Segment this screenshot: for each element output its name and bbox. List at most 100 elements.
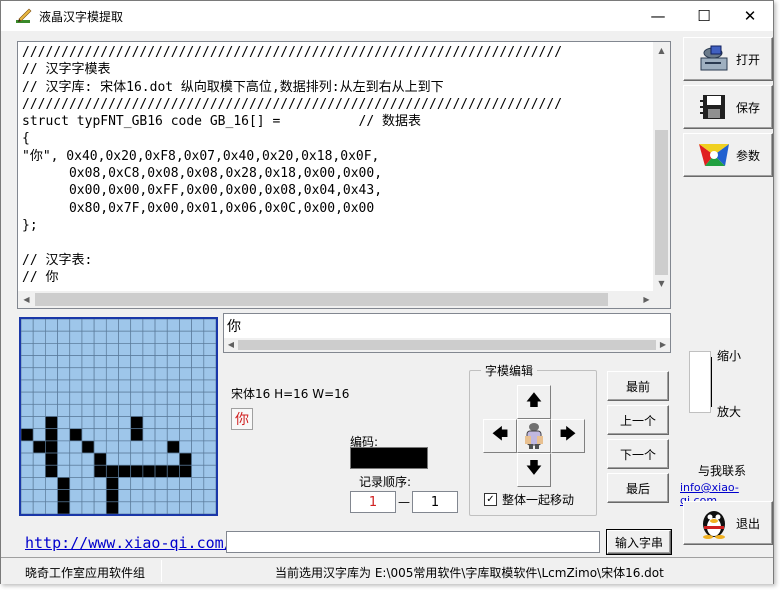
glyph-pixel-on[interactable] [45,440,58,454]
glyph-pixel-off[interactable] [154,318,168,332]
glyph-pixel-on[interactable] [179,452,192,466]
glyph-pixel-off[interactable] [179,501,192,515]
glyph-pixel-off[interactable] [93,391,107,405]
scroll-thumb[interactable] [238,340,656,350]
glyph-pixel-on[interactable] [20,428,34,442]
glyph-pixel-off[interactable] [81,391,95,405]
glyph-pixel-on[interactable] [105,477,119,490]
glyph-pixel-off[interactable] [179,379,192,393]
glyph-pixel-off[interactable] [166,428,180,442]
glyph-pixel-off[interactable] [20,489,34,503]
glyph-pixel-off[interactable] [57,343,71,356]
first-button[interactable]: 最前 [607,371,669,401]
code-line[interactable]: 0x00,0x00,0xFF,0x00,0x00,0x08,0x04,0x43, [22,183,382,198]
glyph-pixel-off[interactable] [93,330,107,344]
glyph-pixel-off[interactable] [118,379,132,393]
website-link[interactable]: http://www.xiao-qi.com/ [25,534,233,552]
close-button[interactable]: ✕ [727,1,773,31]
glyph-pixel-off[interactable] [81,416,95,430]
glyph-pixel-off[interactable] [57,428,71,442]
glyph-pixel-off[interactable] [45,489,58,503]
glyph-pixel-off[interactable] [69,489,83,503]
glyph-pixel-on[interactable] [45,452,58,466]
glyph-pixel-off[interactable] [45,330,58,344]
glyph-pixel-off[interactable] [20,477,34,490]
glyph-pixel-off[interactable] [142,428,156,442]
glyph-pixel-off[interactable] [203,428,217,442]
glyph-pixel-off[interactable] [81,330,95,344]
glyph-pixel-on[interactable] [69,428,83,442]
char-input-text[interactable]: 你 [227,316,241,336]
glyph-pixel-off[interactable] [81,501,95,515]
glyph-pixel-off[interactable] [20,403,34,417]
glyph-pixel-off[interactable] [154,403,168,417]
glyph-pixel-off[interactable] [203,355,217,369]
glyph-pixel-off[interactable] [142,391,156,405]
glyph-pixel-off[interactable] [81,367,95,381]
glyph-pixel-off[interactable] [203,477,217,490]
glyph-pixel-off[interactable] [45,379,58,393]
glyph-pixel-off[interactable] [130,452,144,466]
glyph-pixel-off[interactable] [45,403,58,417]
glyph-pixel-off[interactable] [93,416,107,430]
glyph-pixel-off[interactable] [118,318,132,332]
glyph-pixel-off[interactable] [179,391,192,405]
glyph-pixel-off[interactable] [105,428,119,442]
glyph-pixel-off[interactable] [57,416,71,430]
glyph-pixel-on[interactable] [130,464,144,478]
glyph-pixel-off[interactable] [179,416,192,430]
glyph-pixel-off[interactable] [57,403,71,417]
glyph-pixel-off[interactable] [45,343,58,356]
glyph-pixel-off[interactable] [93,489,107,503]
input-string-button[interactable]: 输入字串 [607,530,671,554]
glyph-pixel-off[interactable] [32,477,46,490]
code-line[interactable]: "你", 0x40,0x20,0xF8,0x07,0x40,0x20,0x18,… [22,149,379,164]
glyph-pixel-off[interactable] [69,330,83,344]
char-input-scrollbar[interactable]: ◀ ▶ [224,338,670,352]
glyph-pixel-off[interactable] [20,379,34,393]
glyph-pixel-off[interactable] [154,391,168,405]
glyph-pixel-off[interactable] [191,416,205,430]
glyph-pixel-off[interactable] [130,489,144,503]
glyph-pixel-off[interactable] [93,501,107,515]
glyph-pixel-off[interactable] [166,391,180,405]
glyph-pixel-on[interactable] [57,489,71,503]
glyph-pixel-off[interactable] [166,501,180,515]
glyph-pixel-off[interactable] [179,489,192,503]
glyph-pixel-off[interactable] [142,367,156,381]
glyph-pixel-off[interactable] [69,391,83,405]
glyph-pixel-off[interactable] [57,367,71,381]
glyph-pixel-off[interactable] [142,355,156,369]
glyph-pixel-off[interactable] [142,330,156,344]
glyph-pixel-off[interactable] [142,343,156,356]
glyph-pixel-off[interactable] [142,318,156,332]
glyph-pixel-off[interactable] [69,318,83,332]
glyph-pixel-on[interactable] [179,464,192,478]
glyph-pixel-on[interactable] [166,464,180,478]
glyph-pixel-off[interactable] [191,403,205,417]
glyph-pixel-off[interactable] [45,501,58,515]
glyph-pixel-off[interactable] [191,428,205,442]
glyph-pixel-off[interactable] [105,440,119,454]
glyph-pixel-off[interactable] [179,477,192,490]
glyph-pixel-off[interactable] [93,428,107,442]
glyph-pixel-off[interactable] [130,330,144,344]
glyph-pixel-off[interactable] [166,355,180,369]
glyph-pixel-off[interactable] [45,477,58,490]
glyph-pixel-off[interactable] [142,489,156,503]
code-editor[interactable]: ////////////////////////////////////////… [17,41,671,309]
glyph-pixel-off[interactable] [191,477,205,490]
glyph-pixel-off[interactable] [105,355,119,369]
move-right-button[interactable]: 🡆 [551,419,585,453]
glyph-pixel-off[interactable] [166,379,180,393]
code-line[interactable]: 0x08,0xC8,0x08,0x08,0x28,0x18,0x00,0x00, [22,166,382,181]
glyph-pixel-off[interactable] [20,367,34,381]
scroll-up-icon[interactable]: ▲ [653,42,670,59]
glyph-pixel-off[interactable] [203,452,217,466]
glyph-pixel-off[interactable] [32,330,46,344]
glyph-pixel-off[interactable] [20,416,34,430]
glyph-pixel-off[interactable] [32,391,46,405]
glyph-pixel-off[interactable] [142,416,156,430]
move-left-button[interactable]: 🡄 [483,419,517,453]
glyph-preview-grid[interactable] [19,317,218,516]
